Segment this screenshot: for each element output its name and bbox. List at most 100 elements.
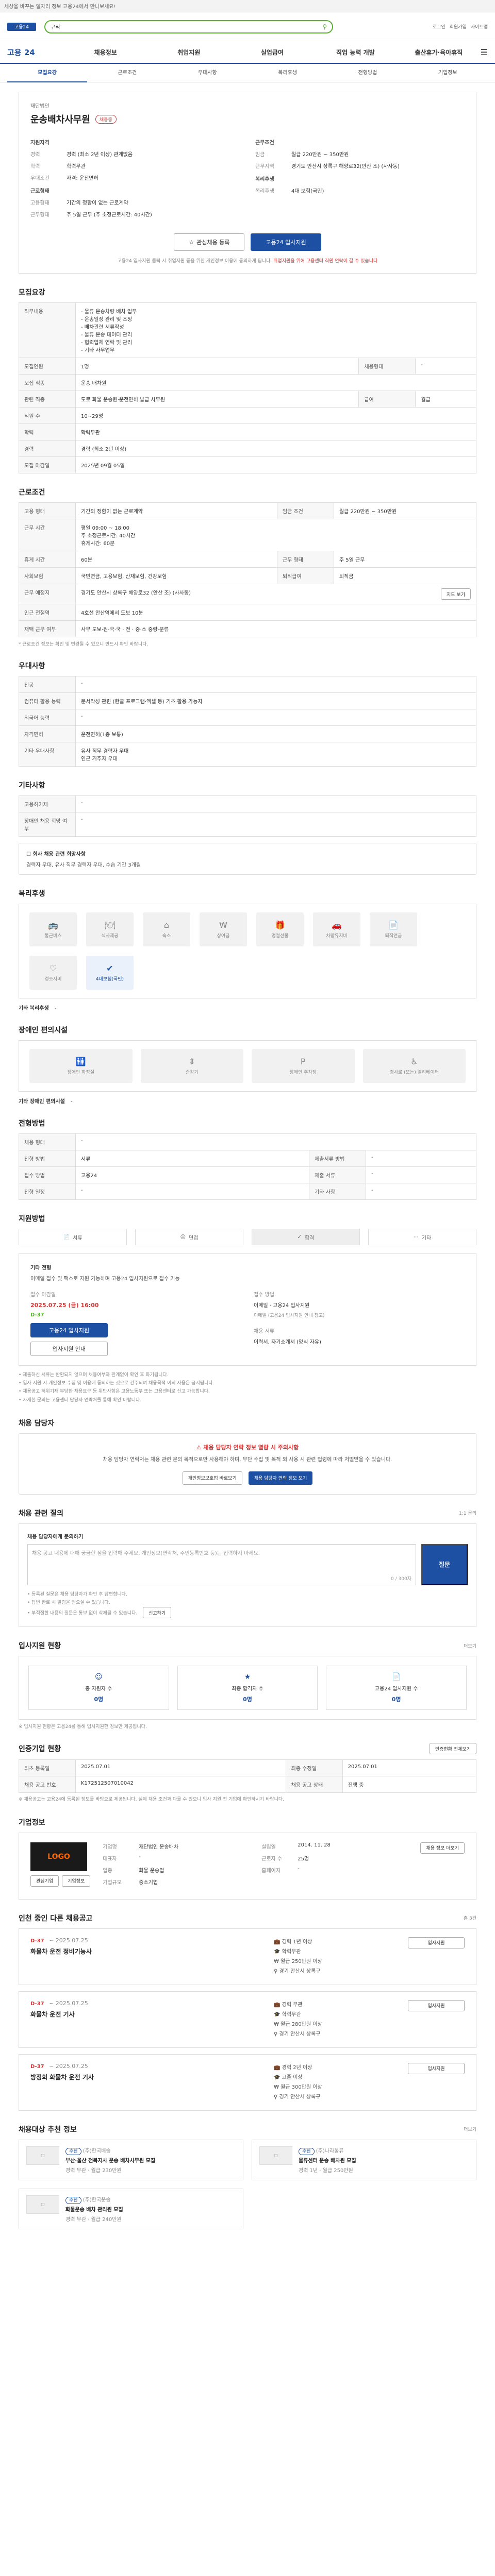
- facility-label: 경사로 (또는) 엘리베이터: [389, 1070, 439, 1075]
- summary-right: 근무조건 임금 월급 220만원 ~ 350만원 근무지역 경기도 안산시 상록구 …: [255, 133, 465, 222]
- recruit-table: 직무내용 - 물류 운송차량 배차 업무 - 운송일정 관리 및 조정 - 배차…: [19, 302, 476, 473]
- list-item[interactable]: D-37 ~ 2025.07.25 화물차 운전 기사 💼 경력 무관 🎓 학력…: [19, 1991, 476, 2048]
- site-logo[interactable]: 고용24: [7, 22, 36, 31]
- company-interest-button[interactable]: 관심기업: [30, 1875, 59, 1887]
- benefit-label: 경조사비: [44, 977, 62, 982]
- recruit-section: 모집요강 직무내용 - 물류 운송차량 배차 업무 - 운송일정 관리 및 조정…: [19, 287, 476, 473]
- search-input[interactable]: [51, 24, 320, 29]
- related-more-link[interactable]: 더보기: [464, 2126, 476, 2132]
- apply-now-button[interactable]: 고용24 입사지원: [30, 1323, 108, 1337]
- related-card-title[interactable]: 부산·울산 전북지사 운송 배차사무원 모집: [65, 2156, 155, 2164]
- recent-section: 인천 중인 다른 채용공고 총 3건 D-37 ~ 2025.07.25 화물차…: [19, 1913, 476, 2111]
- tab-conditions[interactable]: 근로조건: [87, 64, 167, 82]
- cert-more-button[interactable]: 인증현황 전체보기: [429, 1743, 476, 1755]
- tab-preferences[interactable]: 우대사항: [168, 64, 248, 82]
- rec-title[interactable]: 화물차 운전 기사: [30, 2010, 274, 2019]
- gnb-brand[interactable]: 고용 24: [7, 47, 64, 58]
- search-icon[interactable]: ⚲: [322, 23, 327, 30]
- rec-cond-text: 학력무관: [282, 1948, 301, 1955]
- view-contact-button[interactable]: 채용 담당자 연락 정보 보기: [248, 1471, 313, 1485]
- related-title: 채용대상 추천 정보 더보기: [19, 2124, 476, 2134]
- table-key: 채용형태: [358, 358, 416, 375]
- disability-grid: 🚻 장애인 화장실 ⇕ 승강기 P 장애인 주차장 ♿ 경사로 (또는) 엘리베이터: [19, 1040, 476, 1092]
- company-section: 기업정보 LOGO 관심기업 기업정보 기업명 재단법인 운송배차 대표자 - 업종…: [19, 1817, 476, 1900]
- question-submit-button[interactable]: 질문: [421, 1544, 468, 1585]
- stat-card: ★ 최종 합격자 수 0명: [177, 1666, 318, 1710]
- map-button[interactable]: 지도 보기: [441, 588, 471, 600]
- apply-note-text: 고용24 입사지원 클릭 시 취업지원 등을 위한 개인정보 이용에 동의하게 …: [117, 259, 272, 264]
- menu-icon[interactable]: ☰: [481, 47, 488, 57]
- company-more-button[interactable]: 채용 정보 더보기: [420, 1842, 465, 1854]
- won-icon: ₩: [274, 2084, 281, 2090]
- rec-cond: ₩ 월급 300만원 이상: [274, 2082, 408, 2092]
- table-key: 채용 공고 번호: [19, 1776, 76, 1793]
- table-key: 퇴직급여: [276, 567, 334, 584]
- benefit-label: 식사제공: [101, 934, 119, 939]
- tab-screening[interactable]: 전형방법: [327, 64, 407, 82]
- rec-title[interactable]: 방정회 화물차 운전 기사: [30, 2073, 274, 2081]
- related-card-title[interactable]: 화물운송 배차 관리원 모집: [65, 2205, 123, 2213]
- related-card[interactable]: □ 추천 (주)나라물류 물류센터 운송 배차원 모집 경력 1년 · 월급 2…: [252, 2139, 476, 2180]
- rec-apply-button[interactable]: 입사지원: [408, 2062, 465, 2074]
- company-key: 기업명: [103, 1844, 117, 1850]
- rec-title[interactable]: 화물차 운전 정비기능사: [30, 1947, 274, 1956]
- list-item[interactable]: D-37 ~ 2025.07.25 화물차 운전 정비기능사 💼 경력 1년 이…: [19, 1928, 476, 1985]
- summary-value: 기간의 정함이 없는 근로계약: [67, 200, 128, 206]
- apply-guide-button[interactable]: 입사지원 안내: [30, 1342, 108, 1356]
- workplace-address: 경기도 안산시 상록구 해양로32 (안산 조) (사사동): [81, 590, 191, 596]
- tab-recruit[interactable]: 모집요강: [7, 64, 88, 82]
- elevator-icon: ⇕: [188, 1057, 195, 1066]
- sitemap-link[interactable]: 사이트맵: [471, 23, 488, 30]
- rec-apply-button[interactable]: 입사지원: [408, 1999, 465, 2011]
- table-key: 자격면허: [19, 725, 76, 742]
- login-link[interactable]: 로그인: [433, 23, 446, 30]
- gnb-menu-benefit[interactable]: 실업급여: [230, 48, 314, 57]
- signup-link[interactable]: 회원가입: [450, 23, 467, 30]
- deadline-label: 접수 마감일: [30, 1292, 56, 1298]
- company-value: 재단법인 운송배차: [139, 1844, 179, 1850]
- related-card-title[interactable]: 물류센터 운송 배차원 모집: [299, 2156, 356, 2164]
- disability-extra: 기타 장애인 편의시설 -: [19, 1097, 476, 1105]
- benefits-section: 복리후생 🚌 통근버스 🍽 식사제공 ⌂ 숙소 ₩ 상여금 🎁 명절선물 🚗 차량유지비 📄…: [19, 888, 476, 1011]
- apply-button[interactable]: 고용24 입사지원: [251, 233, 321, 251]
- conditions-section: 근로조건 고용 형태 기간의 정함이 없는 근로계약 임금 조건 월급 220만…: [19, 487, 477, 647]
- table-value: -: [75, 795, 476, 812]
- gnb-menu-training[interactable]: 직업 능력 개발: [314, 48, 398, 57]
- table-key: 전형 일정: [19, 1183, 76, 1200]
- stats-more-link[interactable]: 더보기: [464, 1642, 476, 1649]
- apply-note: 고용24 입사지원 클릭 시 취업지원 등을 위한 개인정보 이용에 동의하게 …: [30, 257, 465, 264]
- benefit-item: 🚗 차량유지비: [313, 912, 360, 946]
- rec-apply-button[interactable]: 입사지원: [408, 1937, 465, 1948]
- stats-section: 입사지원 현황 더보기 ☺ 총 지원자 수 0명 ★ 최종 합격자 수 0명 📄 고용24…: [19, 1640, 476, 1730]
- interest-button[interactable]: ☆ 관심채용 등록: [174, 233, 245, 251]
- company-logo: LOGO: [30, 1842, 87, 1871]
- table-value: 월급 220만원 ~ 350만원: [333, 502, 477, 519]
- company-info-button[interactable]: 기업정보: [62, 1875, 91, 1887]
- footer-space: [19, 2229, 476, 2255]
- related-card[interactable]: □ 추천 (주)한국운송 화물운송 배차 관리원 모집 경력 무관 · 월급 2…: [19, 2188, 243, 2229]
- related-card[interactable]: □ 추천 (주)한국배송 부산·울산 전북지사 운송 배차사무원 모집 경력 무…: [19, 2139, 243, 2180]
- company-name[interactable]: 재단법인: [30, 101, 465, 109]
- table-value: 학력무관: [75, 423, 476, 440]
- privacy-law-button[interactable]: 개인정보보호법 바로보기: [182, 1471, 242, 1485]
- summary-value: 월급 220만원 ~ 350만원: [291, 152, 349, 158]
- tab-benefits[interactable]: 복리후생: [248, 64, 327, 82]
- benefit-label: 숙소: [162, 934, 171, 939]
- gnb-menu-leave[interactable]: 출산휴가·육아휴직: [397, 48, 481, 57]
- related-tag: 추천: [299, 2147, 315, 2155]
- table-row: 고용허가제 -: [19, 795, 476, 812]
- gnb-menu-jobs[interactable]: 채용정보: [64, 48, 147, 57]
- list-item[interactable]: D-37 ~ 2025.07.25 방정회 화물차 운전 기사 💼 경력 2년 …: [19, 2054, 476, 2111]
- benefit-item: 🍽 식사제공: [86, 912, 134, 946]
- gnb-menu-support[interactable]: 취업지원: [147, 48, 231, 57]
- recent-more: 총 3건: [463, 1916, 476, 1922]
- cert-title-text: 인증기업 현황: [19, 1745, 61, 1754]
- other-box-title: ☐ 회사 채용 관련 희망사항: [26, 852, 86, 857]
- question-textarea[interactable]: 채용 공고 내용에 대해 궁금한 점을 입력해 주세요. 개인정보(연락처, 주…: [27, 1544, 416, 1585]
- tab-company[interactable]: 기업정보: [408, 64, 488, 82]
- benefit-label: 통근버스: [44, 934, 62, 939]
- conditions-title: 근로조건: [19, 488, 45, 497]
- rec-cond-text: 학력무관: [282, 2011, 301, 2018]
- rec-cond: 💼 경력 무관: [274, 2000, 408, 2010]
- report-button[interactable]: 신고하기: [143, 1607, 172, 1619]
